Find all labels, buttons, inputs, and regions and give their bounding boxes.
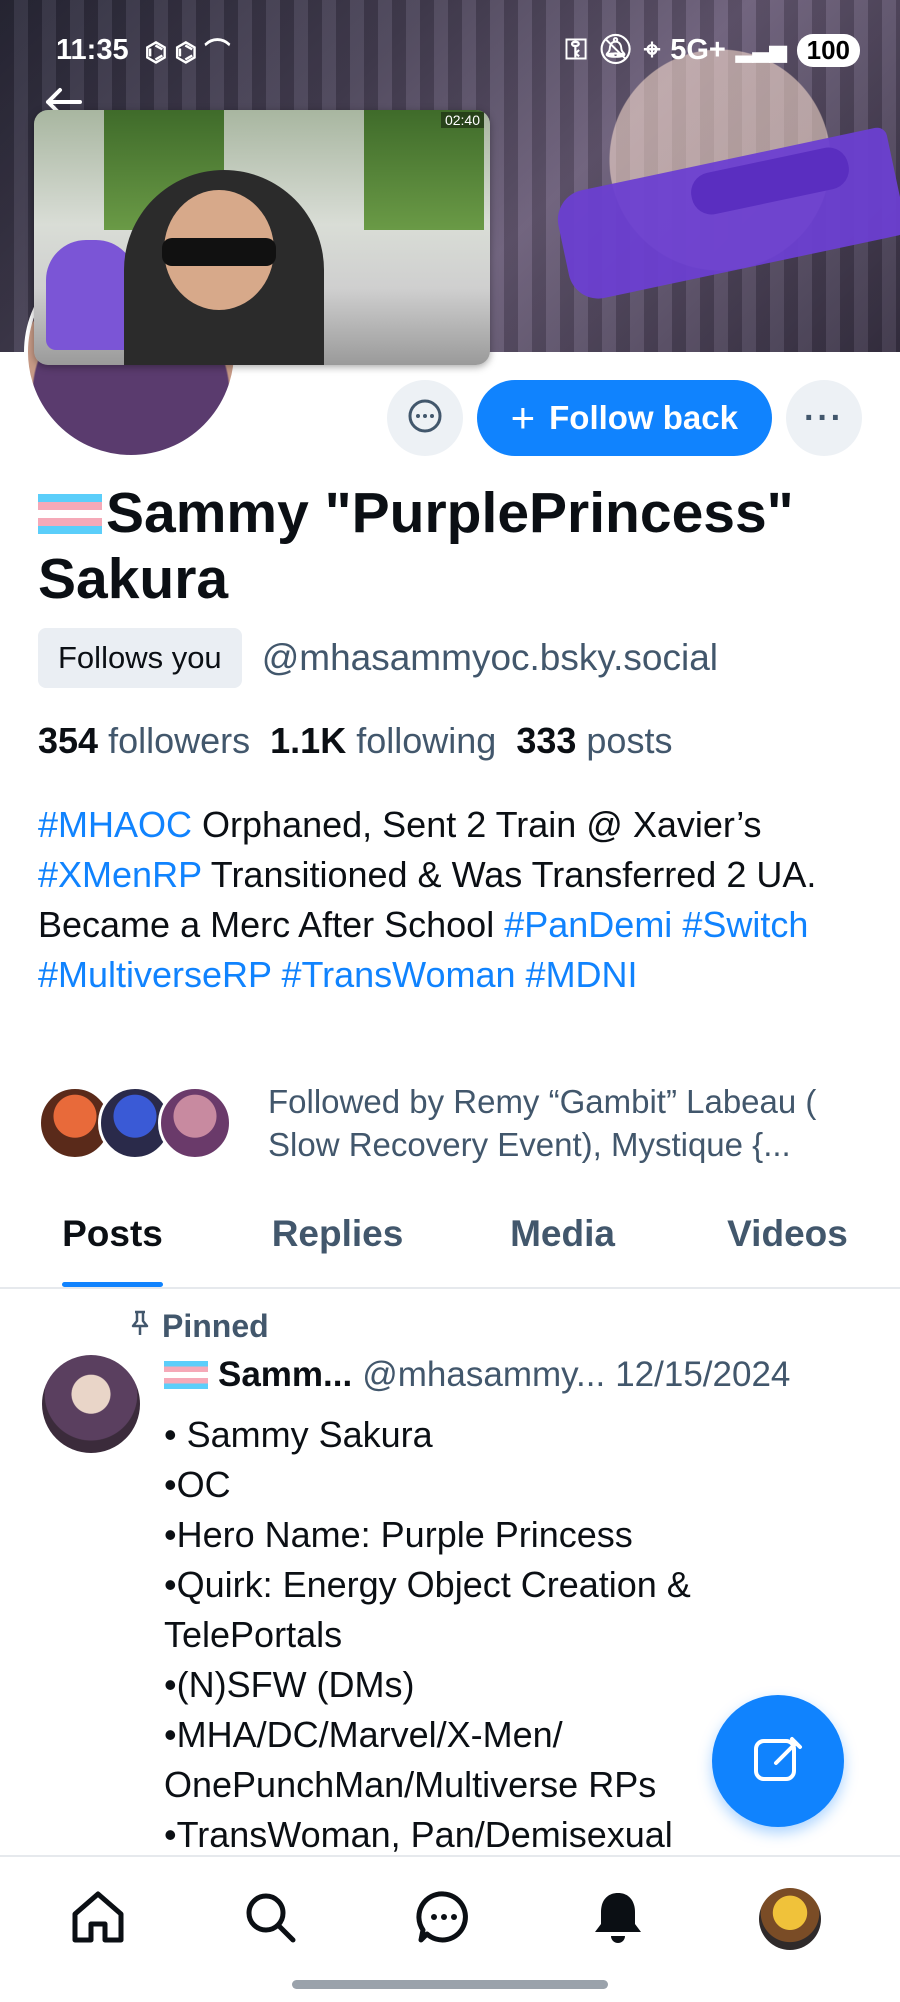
profile-tabs: Posts Replies Media Videos <box>0 1195 900 1289</box>
search-icon <box>241 1888 299 1951</box>
hashtag-link[interactable]: #MHAOC <box>38 804 192 845</box>
compose-icon <box>748 1729 808 1794</box>
post-line: •Hero Name: Purple Princess <box>164 1514 633 1555</box>
nav-notifications[interactable] <box>586 1887 650 1951</box>
tab-posts[interactable]: Posts <box>0 1195 225 1287</box>
followed-by-row[interactable]: Followed by Remy “Gambit” Labeau ( Slow … <box>38 1080 868 1166</box>
post-header: Samm... @mhasammy... 12/15/2024 <box>164 1355 884 1395</box>
profile-stats: 354 followers 1.1K following 333 posts <box>38 720 672 762</box>
video-overlay[interactable]: 02:40 <box>34 110 490 365</box>
profile-bio: #MHAOC Orphaned, Sent 2 Train @ Xavier’s… <box>38 804 817 995</box>
bell-icon <box>589 1888 647 1951</box>
nav-home[interactable] <box>66 1887 130 1951</box>
key-icon: ⚿ <box>564 33 588 66</box>
more-options-button[interactable]: ··· <box>786 380 862 456</box>
home-icon <box>69 1888 127 1951</box>
post-line: • Sammy Sakura <box>164 1414 433 1455</box>
network-label: 5G+ <box>670 33 726 66</box>
pinned-indicator: Pinned <box>128 1308 269 1345</box>
follow-back-button[interactable]: + Follow back <box>476 380 772 456</box>
profile-actions: + Follow back ··· <box>386 380 862 456</box>
messages-icon <box>415 1888 473 1951</box>
video-timestamp: 02:40 <box>440 112 484 128</box>
post-author-avatar[interactable] <box>42 1355 140 1453</box>
follows-you-badge: Follows you <box>38 628 242 688</box>
tab-videos[interactable]: Videos <box>675 1195 900 1287</box>
following-stat[interactable]: 1.1K following <box>270 720 496 762</box>
post-author-handle[interactable]: @mhasammy... <box>362 1355 605 1395</box>
pinned-label: Pinned <box>162 1308 269 1344</box>
battery-indicator: 100 <box>796 33 860 67</box>
status-time: 11:35 <box>56 33 129 66</box>
signal-icon: ▂▃▅ <box>735 37 787 62</box>
post-line: •Quirk: Energy Object Creation & TelePor… <box>164 1564 691 1655</box>
plus-icon: + <box>510 394 536 441</box>
post-line: •OC <box>164 1464 231 1505</box>
trans-flag-icon <box>164 1361 208 1389</box>
handle-row: Follows you @mhasammyoc.bsky.social <box>38 628 718 688</box>
mascot-image <box>46 240 136 350</box>
status-bar: 11:35 ⌬ ⌬ ⌒ ⚿ 🔕︎ ⌖ 5G+ ▂▃▅ 100 <box>56 30 860 70</box>
hashtag-link[interactable]: #PanDemi <box>504 904 672 945</box>
nav-profile[interactable] <box>758 1887 822 1951</box>
hashtag-link[interactable]: #MDNI <box>526 954 638 995</box>
pin-icon <box>128 1308 152 1345</box>
hashtag-link[interactable]: #XMenRP <box>38 854 201 895</box>
more-icon: ··· <box>804 398 844 437</box>
follower-avatar <box>158 1086 232 1160</box>
location-icon: ⌖ <box>643 33 661 66</box>
chat-icon <box>406 397 444 440</box>
compose-button[interactable] <box>712 1695 844 1827</box>
hashtag-link[interactable]: #MultiverseRP <box>38 954 271 995</box>
display-name-row: Sammy "PurplePrincess" Sakura <box>38 480 868 612</box>
mute-icon: 🔕︎ <box>597 34 634 66</box>
post-date[interactable]: 12/15/2024 <box>615 1355 790 1395</box>
tab-media[interactable]: Media <box>450 1195 675 1287</box>
post-author-name[interactable]: Samm... <box>218 1355 352 1395</box>
trans-flag-icon <box>38 494 102 534</box>
nav-messages[interactable] <box>412 1887 476 1951</box>
display-name: Sammy "PurplePrincess" Sakura <box>38 481 794 611</box>
home-indicator[interactable] <box>292 1980 608 1989</box>
profile-avatar-small <box>759 1888 821 1950</box>
hashtag-link[interactable]: #TransWoman <box>281 954 515 995</box>
follow-back-label: Follow back <box>549 399 738 436</box>
posts-stat: 333 posts <box>516 720 673 761</box>
followed-by-text: Followed by Remy “Gambit” Labeau ( Slow … <box>268 1083 817 1163</box>
tab-replies[interactable]: Replies <box>225 1195 450 1287</box>
notification-icons: ⌬ ⌬ ⌒ <box>144 36 231 67</box>
profile-handle: @mhasammyoc.bsky.social <box>261 637 719 678</box>
message-button[interactable] <box>386 380 463 456</box>
hashtag-link[interactable]: #Switch <box>682 904 808 945</box>
nav-search[interactable] <box>238 1887 302 1951</box>
followers-stat[interactable]: 354 followers <box>38 720 250 762</box>
